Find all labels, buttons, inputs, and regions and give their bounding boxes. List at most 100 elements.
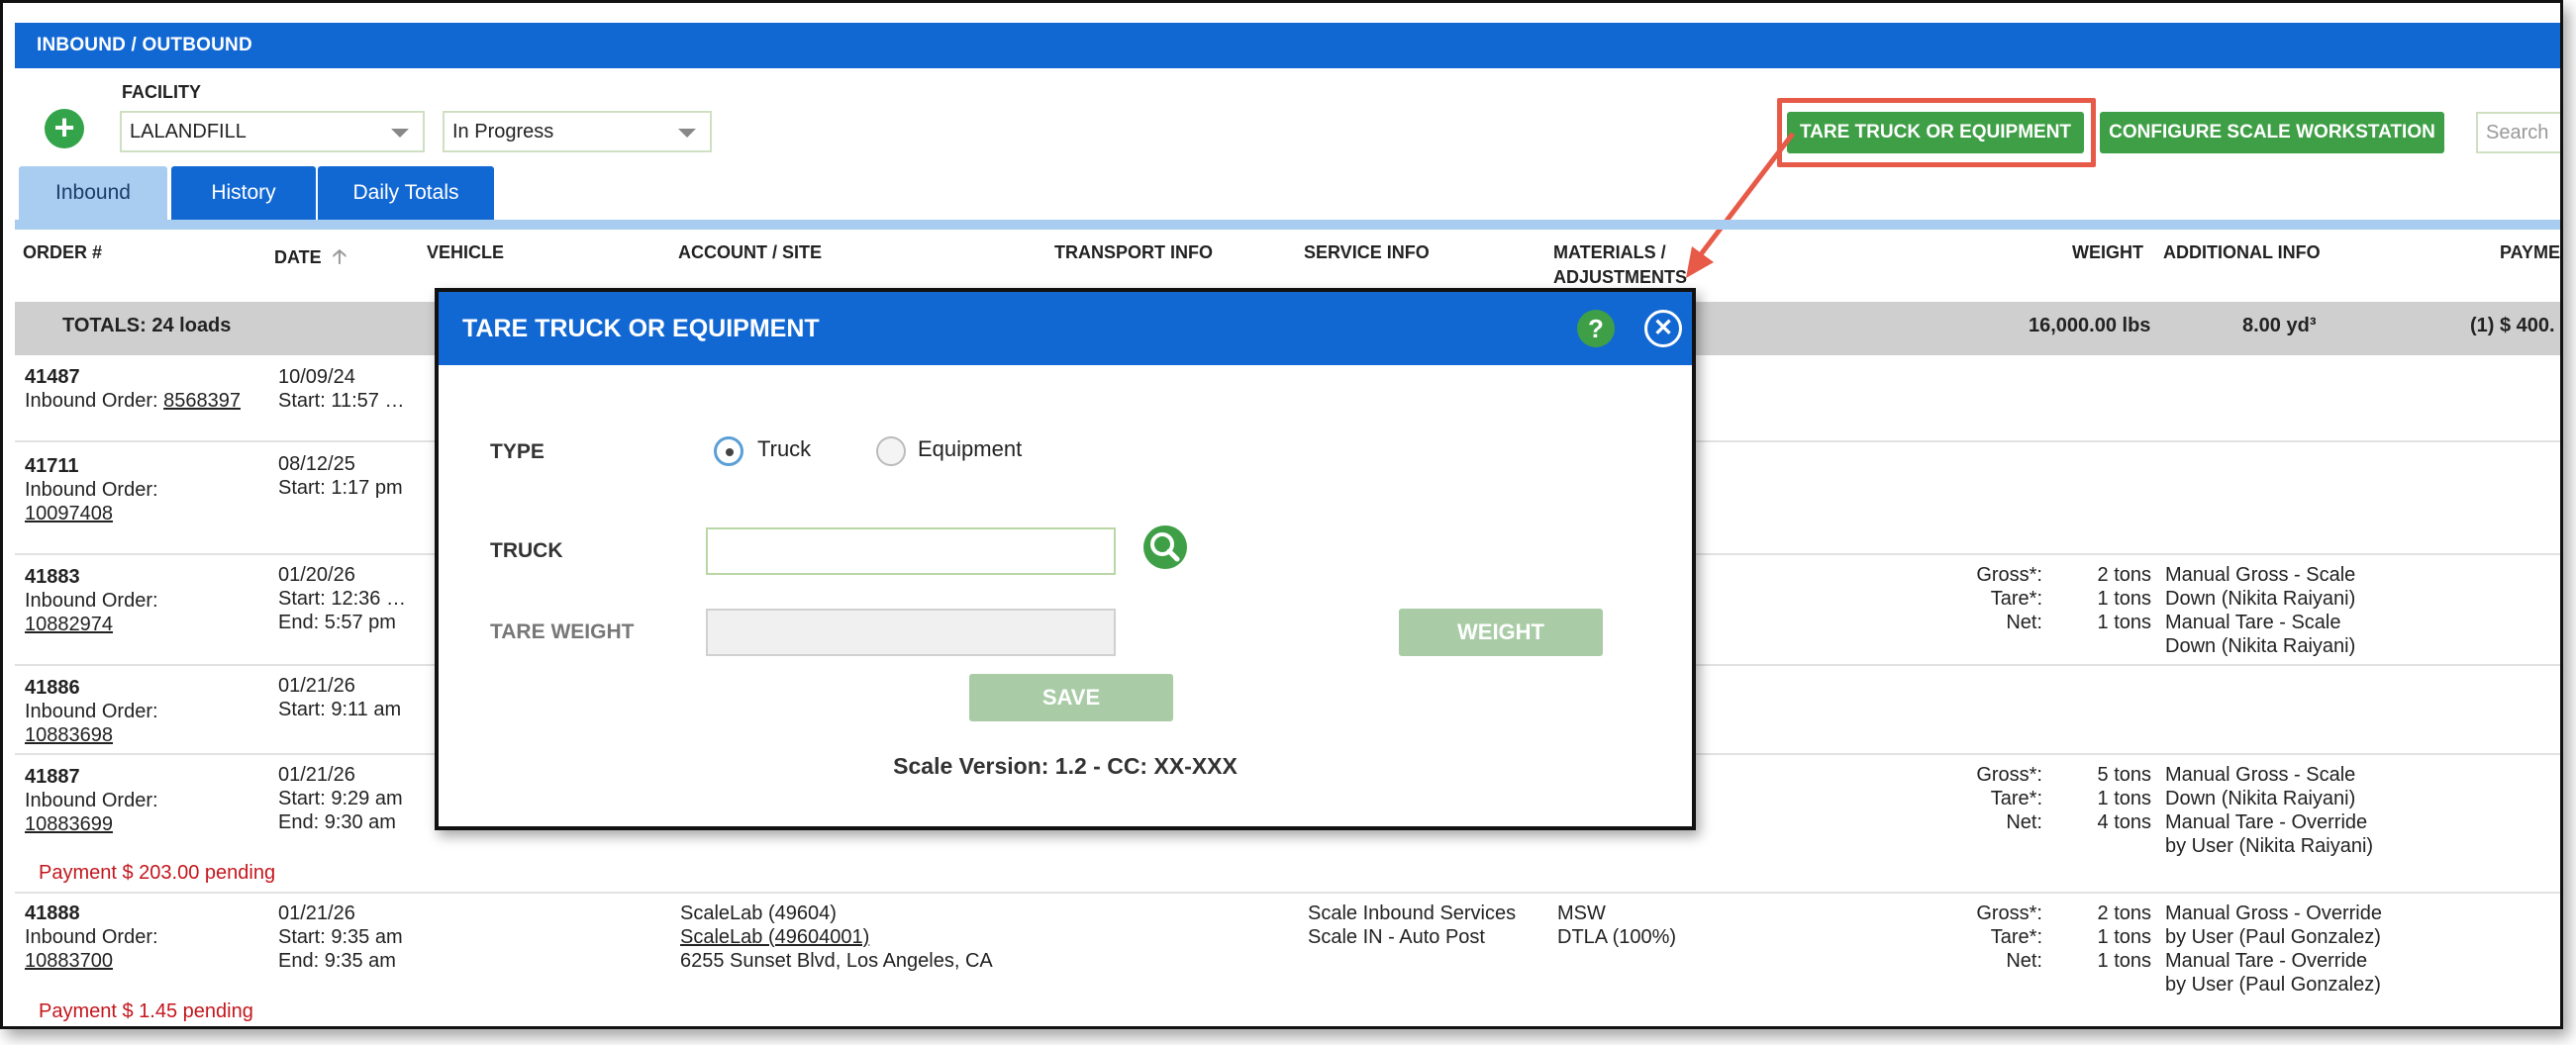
order-link[interactable]: 10883698 (25, 723, 158, 747)
close-icon[interactable]: ✕ (1644, 310, 1682, 347)
info-line: by User (Paul Gonzalez) (2165, 974, 2381, 996)
date: 08/12/25 (278, 453, 355, 475)
account-name: ScaleLab (49604) (680, 902, 837, 924)
info-line: Down (Nikita Raiyani) (2165, 588, 2356, 610)
scale-version: Scale Version: 1.2 - CC: XX-XXX (893, 753, 1238, 779)
info-line: Manual Tare - Override (2165, 811, 2368, 833)
tare-dialog: TARE TRUCK OR EQUIPMENT ? ✕ TYPE Truck E… (435, 288, 1696, 830)
annotation-arrow (1686, 132, 1795, 278)
tare-value: 1 tons (2097, 788, 2151, 809)
date: 01/21/26 (278, 764, 355, 786)
tab-daily-totals[interactable]: Daily Totals (318, 166, 494, 220)
tare-truck-button[interactable]: TARE TRUCK OR EQUIPMENT (1787, 112, 2084, 153)
order-number: 41888 (25, 902, 80, 924)
weight-labels: Gross*: Tare*: Net: (1943, 902, 2042, 973)
order-link[interactable]: 10882974 (25, 613, 158, 636)
additional-info: Manual Gross - Scale Down (Nikita Raiyan… (2165, 763, 2373, 858)
radio-truck[interactable] (714, 436, 743, 466)
order-label: Inbound Order: (25, 590, 158, 612)
table-row-date: 01/21/26 Start: 9:11 am (278, 674, 401, 721)
tab-history[interactable]: History (171, 166, 316, 220)
radio-truck-label[interactable]: Truck (757, 436, 811, 462)
site-link[interactable]: ScaleLab (49604001) (680, 925, 993, 949)
site-address: 6255 Sunset Blvd, Los Angeles, CA (680, 950, 993, 972)
date: 01/21/26 (278, 675, 355, 697)
col-account[interactable]: ACCOUNT / SITE (678, 242, 822, 263)
table-row-order: 41887 Inbound Order: 10883699 (25, 765, 158, 836)
service-info: Scale Inbound Services Scale IN - Auto P… (1308, 902, 1516, 949)
help-icon[interactable]: ? (1577, 310, 1615, 347)
tare-weight-label: TARE WEIGHT (490, 620, 635, 643)
save-button[interactable]: SAVE (969, 674, 1173, 721)
tab-bar-underline (15, 220, 2560, 230)
totals-volume: 8.00 yd³ (2242, 315, 2317, 336)
net-value: 4 tons (2097, 811, 2151, 833)
status-select[interactable]: In Progress (443, 111, 712, 152)
additional-info: Manual Gross - Scale Down (Nikita Raiyan… (2165, 563, 2355, 658)
radio-equipment-label[interactable]: Equipment (918, 436, 1022, 462)
gross-value: 2 tons (2097, 902, 2151, 924)
order-label: Inbound Order: (25, 479, 158, 501)
chevron-down-icon (391, 129, 409, 138)
table-row-date: 10/09/24 Start: 11:57 … (278, 365, 404, 413)
order-link[interactable]: 10883699 (25, 812, 158, 836)
order-label: Inbound Order: (25, 701, 158, 722)
additional-info: Manual Gross - Override by User (Paul Go… (2165, 902, 2382, 997)
service-line: Scale Inbound Services (1308, 902, 1517, 924)
col-date[interactable]: DATE 🡡 (274, 242, 347, 276)
radio-equipment[interactable] (876, 436, 906, 466)
table-row-order: 41883 Inbound Order: 10882974 (25, 565, 158, 636)
info-line: by User (Paul Gonzalez) (2165, 926, 2381, 948)
tare-value: 1 tons (2097, 588, 2151, 610)
order-link[interactable]: 8568397 (163, 390, 241, 412)
order-label: Inbound Order: (25, 926, 158, 948)
end-time: End: 5:57 pm (278, 612, 396, 633)
col-service[interactable]: SERVICE INFO (1304, 242, 1430, 263)
weight-labels: Gross*: Tare*: Net: (1943, 563, 2042, 634)
col-order[interactable]: ORDER # (23, 242, 102, 263)
col-materials[interactable]: MATERIALS / ADJUSTMENTS (1553, 242, 1687, 288)
start-time: Start: 9:35 am (278, 926, 403, 948)
totals-weight: 16,000.00 lbs (2029, 315, 2151, 336)
gross-value: 2 tons (2097, 564, 2151, 586)
col-materials-line1: MATERIALS / (1553, 242, 1666, 262)
tare-label: Tare*: (1990, 588, 2042, 610)
type-label: TYPE (490, 440, 545, 463)
weight-button[interactable]: WEIGHT (1399, 609, 1603, 656)
add-order-button[interactable]: + (45, 109, 84, 148)
col-vehicle[interactable]: VEHICLE (427, 242, 504, 263)
table-row-date: 01/21/26 Start: 9:29 am End: 9:30 am (278, 763, 403, 834)
col-payment[interactable]: PAYME (2500, 242, 2560, 263)
net-label: Net: (2006, 811, 2042, 833)
truck-input[interactable] (706, 527, 1116, 575)
order-link[interactable]: 10883700 (25, 949, 158, 973)
tab-inbound[interactable]: Inbound (19, 166, 167, 220)
weight-values: 5 tons 1 tons 4 tons (2062, 763, 2151, 834)
weight-values: 2 tons 1 tons 1 tons (2062, 902, 2151, 973)
tare-weight-input[interactable] (706, 609, 1116, 656)
plus-icon: + (53, 107, 75, 147)
col-additional[interactable]: ADDITIONAL INFO (2163, 242, 2321, 263)
app-window: INBOUND / OUTBOUND FACILITY + LALANDFILL… (0, 0, 2563, 1029)
dialog-title: TARE TRUCK OR EQUIPMENT (439, 292, 1692, 365)
col-materials-line2: ADJUSTMENTS (1553, 267, 1688, 287)
col-transport[interactable]: TRANSPORT INFO (1054, 242, 1213, 263)
info-line: Manual Gross - Override (2165, 902, 2382, 924)
info-line: Manual Tare - Scale (2165, 612, 2341, 633)
facility-select-value: LALANDFILL (130, 121, 247, 142)
order-link[interactable]: 10097408 (25, 502, 158, 525)
payment-pending: Payment $ 1.45 pending (39, 1000, 253, 1022)
tare-label: Tare*: (1990, 926, 2042, 948)
table-row-order: 41888 Inbound Order: 10883700 (25, 902, 158, 973)
order-number: 41886 (25, 677, 80, 699)
gross-label: Gross*: (1976, 902, 2042, 924)
search-icon[interactable] (1143, 525, 1187, 569)
col-weight[interactable]: WEIGHT (2072, 242, 2143, 263)
facility-select[interactable]: LALANDFILL (120, 111, 425, 152)
search-input[interactable]: Search (2476, 112, 2560, 153)
order-number: 41711 (25, 455, 79, 477)
configure-scale-button[interactable]: CONFIGURE SCALE WORKSTATION (2100, 112, 2444, 153)
info-line: Manual Tare - Override (2165, 950, 2368, 972)
tare-value: 1 tons (2097, 926, 2151, 948)
weight-labels: Gross*: Tare*: Net: (1943, 763, 2042, 834)
